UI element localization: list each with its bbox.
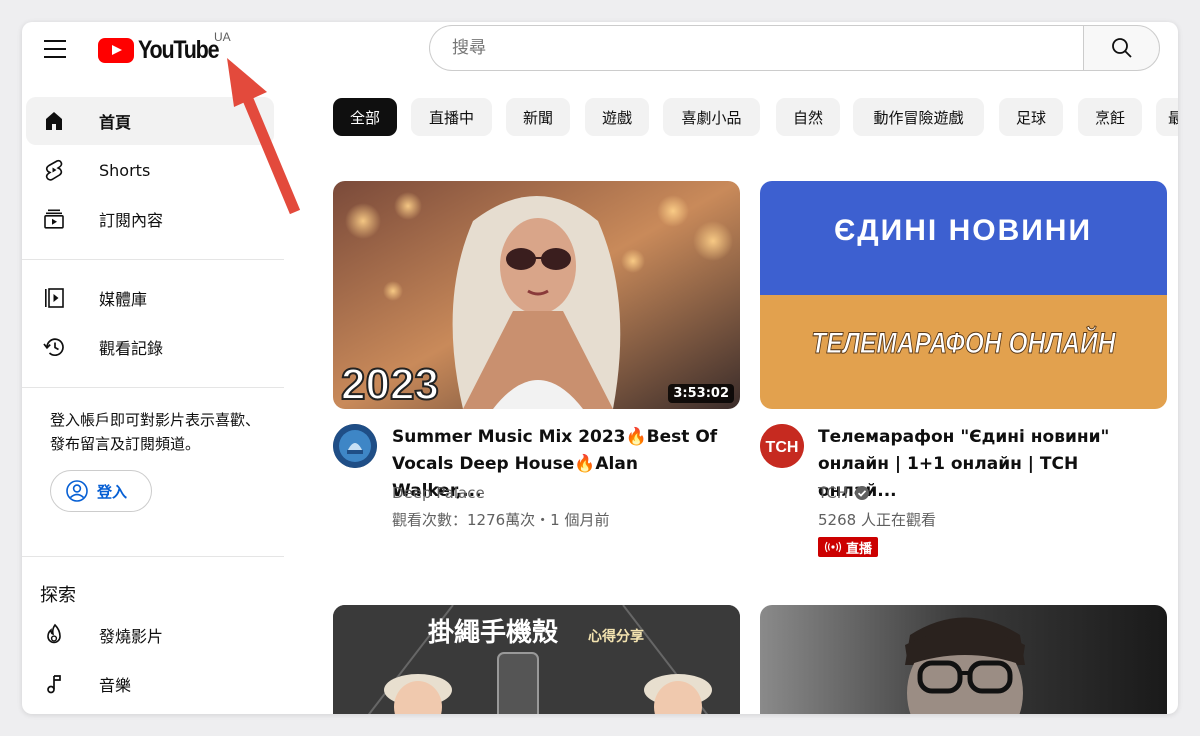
channel-avatar[interactable]: [333, 424, 377, 468]
thumbnail-image: 掛繩手機殼 心得分享: [333, 605, 740, 714]
sidebar-item-label: 媒體庫: [99, 290, 148, 309]
menu-icon-line: [44, 56, 66, 58]
channel-name: TCH: [818, 484, 849, 502]
sidebar-item-trending[interactable]: 發燒影片: [26, 611, 274, 659]
filter-chips-bar: 全部 直播中 新聞 遊戲 喜劇小品 自然 動作冒險遊戲 足球 烹飪 最: [333, 98, 1178, 138]
chip-live[interactable]: 直播中: [411, 98, 492, 136]
chip-nature[interactable]: 自然: [776, 98, 840, 136]
youtube-play-icon: [98, 37, 134, 63]
verified-check-icon: [855, 486, 870, 500]
sidebar-item-library[interactable]: 媒體庫: [26, 274, 274, 322]
sidebar-divider: [22, 387, 284, 388]
channel-name[interactable]: Deep Palace: [392, 484, 485, 502]
sidebar-item-label: 首頁: [99, 113, 132, 132]
thumbnail-text: 2023: [341, 360, 439, 409]
signin-prompt: 登入帳戶即可對影片表示喜歡、發布留言及訂閱頻道。: [50, 411, 261, 453]
sidebar-item-label: Shorts: [99, 160, 151, 180]
video-thumbnail[interactable]: 2023 3:53:02: [333, 181, 740, 409]
sidebar-item-movies[interactable]: 電影: [26, 709, 274, 714]
sidebar-item-home[interactable]: 首頁: [26, 97, 274, 145]
channel-name-row[interactable]: TCH: [818, 484, 870, 502]
sidebar-item-subscriptions[interactable]: 訂閱內容: [26, 195, 274, 243]
video-thumbnail[interactable]: [760, 605, 1167, 714]
sidebar-item-history[interactable]: 觀看記錄: [26, 323, 274, 371]
search-button[interactable]: [1083, 25, 1160, 71]
thumbnail-text: 掛繩手機殼: [428, 617, 559, 648]
trending-icon: [47, 623, 61, 644]
music-icon: [47, 675, 61, 694]
sidebar: 首頁 Shorts 訂閱內容 媒體庫 觀看記錄 登入帳戶即可對影片表示喜歡、發布…: [22, 92, 284, 714]
hamburger-menu-button[interactable]: [36, 36, 74, 62]
account-icon: [66, 480, 88, 502]
youtube-logo[interactable]: YouTube: [98, 36, 231, 64]
chip-soccer[interactable]: 足球: [999, 98, 1063, 136]
video-meta: 5268 人正在觀看: [818, 511, 936, 529]
chip-action-adventure[interactable]: 動作冒險遊戲: [853, 98, 984, 136]
sidebar-item-label: 音樂: [99, 676, 132, 695]
sidebar-item-label: 訂閱內容: [99, 211, 164, 230]
search-box[interactable]: [429, 25, 1083, 71]
live-badge: 直播: [818, 537, 879, 557]
video-meta: 觀看次數：1276萬次・1 個月前: [392, 511, 610, 529]
video-thumbnail[interactable]: 掛繩手機殼 心得分享: [333, 605, 740, 714]
signin-label: 登入: [97, 482, 128, 501]
sidebar-divider: [22, 259, 284, 260]
sidebar-item-label: 觀看記錄: [99, 339, 164, 358]
sidebar-divider: [22, 556, 284, 557]
logo-text: YouTube: [138, 35, 220, 64]
history-icon: [43, 338, 64, 356]
thumbnail-image: 2023: [333, 181, 740, 409]
thumbnail-image: [760, 605, 1167, 714]
chip-news[interactable]: 新聞: [506, 98, 570, 136]
explore-section-title: 探索: [40, 585, 76, 606]
thumbnail-text: 心得分享: [588, 628, 644, 645]
thumbnail-text: ТЕЛЕМАРАФОН ОНЛАЙН: [811, 325, 1116, 360]
video-duration: 3:53:02: [668, 384, 734, 403]
thumbnail-image: ЄДИНІ НОВИНИ ТЕЛЕМАРАФОН ОНЛАЙН: [760, 181, 1167, 409]
search-icon: [1111, 38, 1132, 58]
signin-button[interactable]: 登入: [50, 470, 152, 512]
menu-icon-line: [44, 48, 66, 50]
chip-gaming[interactable]: 遊戲: [585, 98, 649, 136]
video-thumbnail[interactable]: ЄДИНІ НОВИНИ ТЕЛЕМАРАФОН ОНЛАЙН: [760, 181, 1167, 409]
video-title-line: Телемарафон "Єдині новини": [818, 427, 1110, 447]
sidebar-item-music[interactable]: 音樂: [26, 660, 274, 708]
chip-comedy[interactable]: 喜劇小品: [663, 98, 760, 136]
home-icon: [46, 112, 62, 130]
channel-avatar[interactable]: TCH: [760, 424, 804, 468]
menu-icon-line: [44, 40, 66, 42]
sidebar-item-shorts[interactable]: Shorts: [26, 146, 274, 194]
shorts-icon: [45, 159, 63, 181]
live-broadcast-icon: [824, 541, 842, 553]
channel-logo-image: [333, 424, 377, 468]
avatar-text: TCH: [766, 439, 799, 456]
chip-more[interactable]: 最: [1156, 98, 1178, 136]
channel-logo-image: TCH: [760, 424, 804, 468]
chip-cooking[interactable]: 烹飪: [1078, 98, 1142, 136]
sidebar-item-label: 發燒影片: [99, 627, 164, 646]
search-input[interactable]: [450, 37, 1083, 59]
browser-window: YouTube UA 首頁 Shorts: [22, 22, 1178, 714]
chip-all[interactable]: 全部: [333, 98, 397, 136]
library-icon: [45, 288, 64, 308]
live-label: 直播: [846, 541, 873, 557]
video-title-line: Summer Music Mix 2023🔥Best Of: [392, 427, 718, 447]
subscriptions-icon: [44, 209, 64, 229]
thumbnail-text: ЄДИНІ НОВИНИ: [834, 214, 1092, 247]
country-code: UA: [214, 30, 231, 44]
